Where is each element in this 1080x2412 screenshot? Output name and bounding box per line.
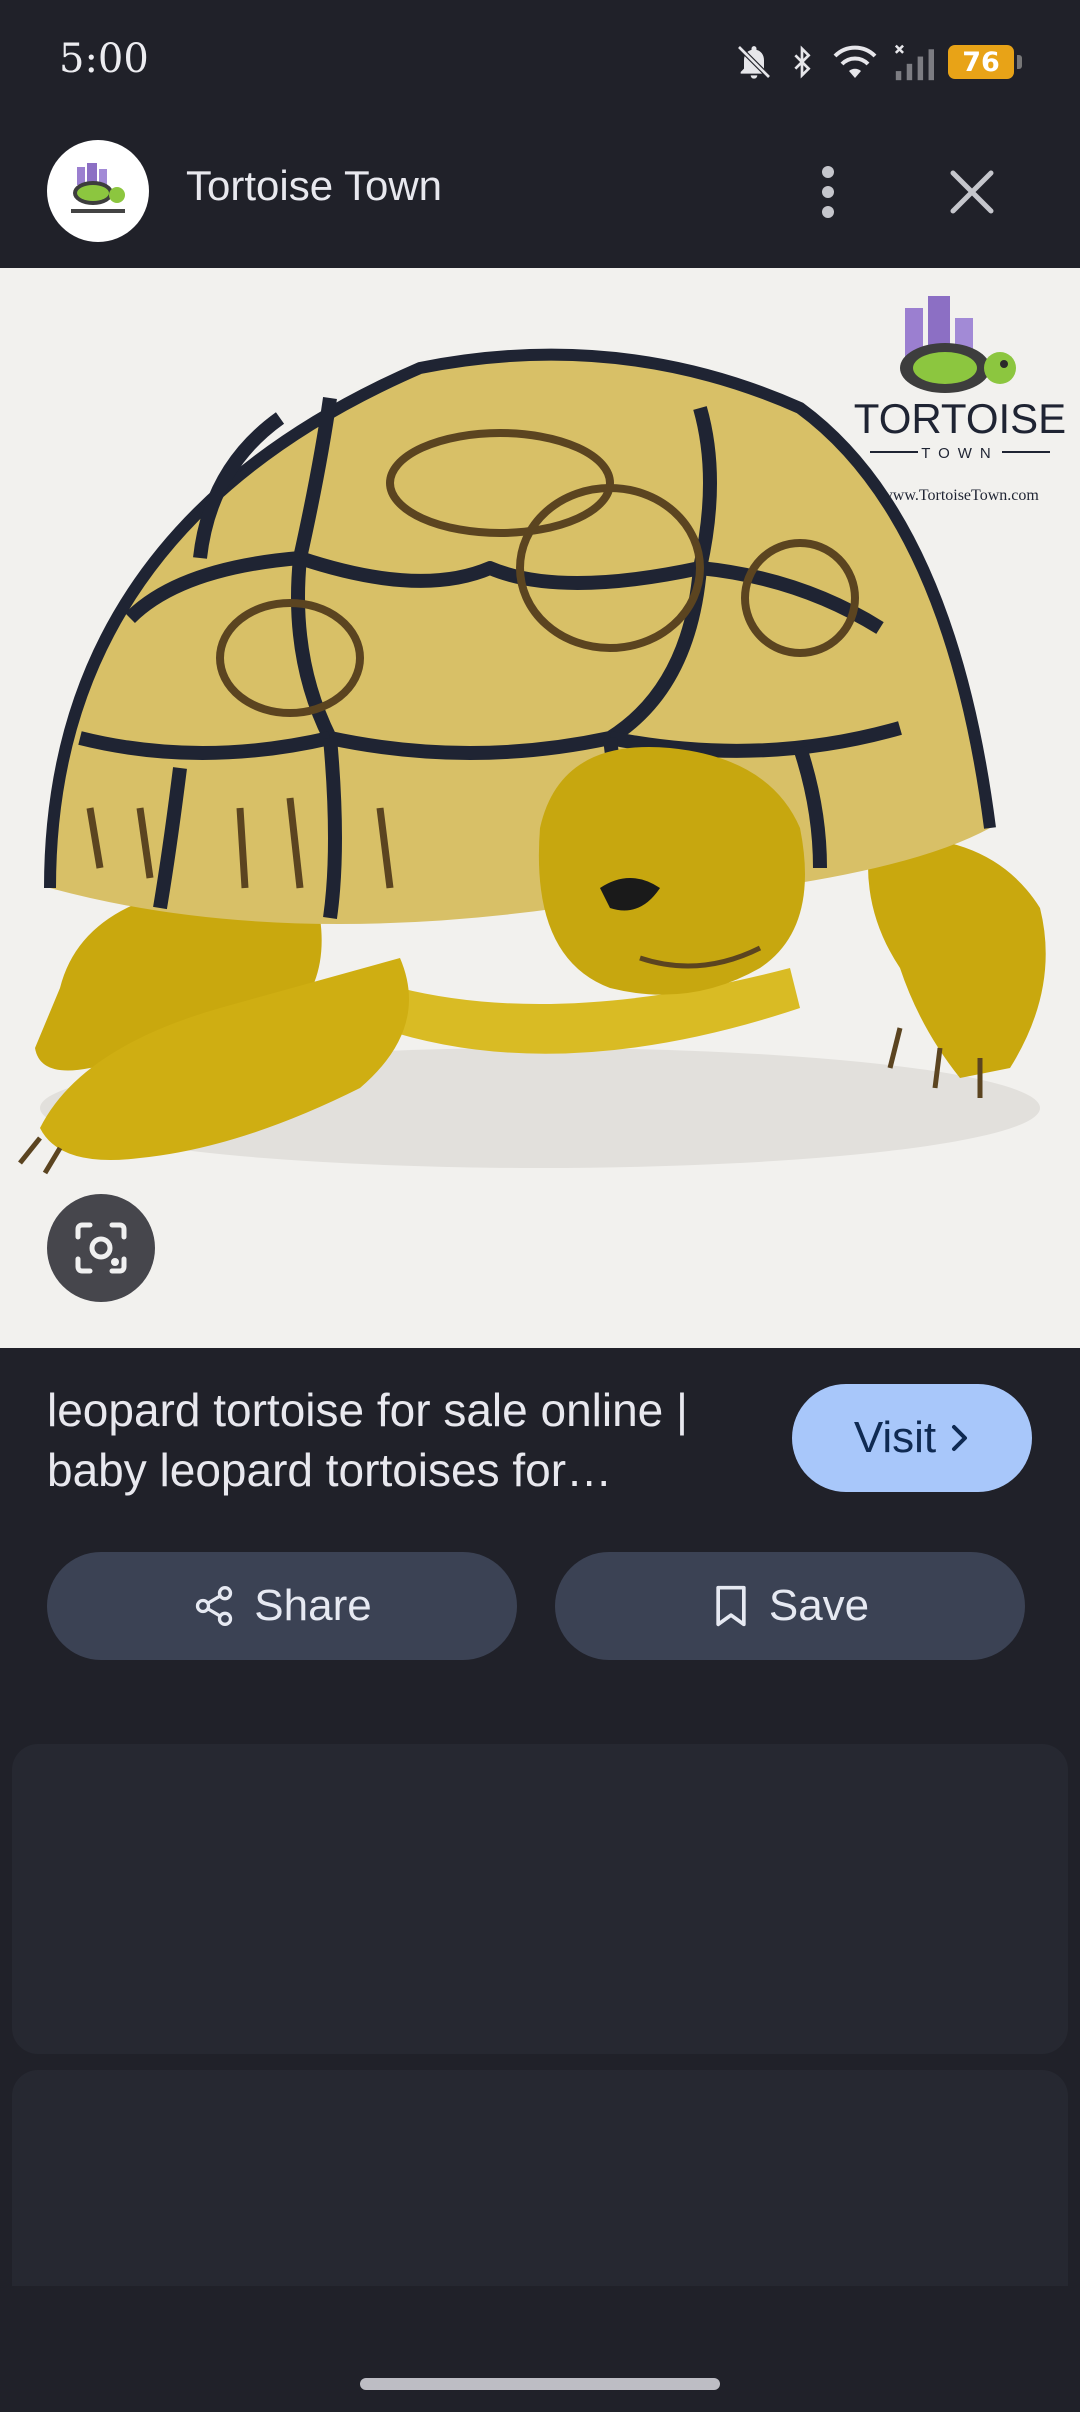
svg-text:TORTOISE: TORTOISE <box>854 395 1066 442</box>
home-indicator[interactable] <box>360 2378 720 2390</box>
save-button[interactable]: Save <box>555 1552 1025 1660</box>
bell-off-icon <box>737 45 771 79</box>
lens-button[interactable] <box>47 1194 155 1302</box>
chevron-right-icon <box>952 1425 968 1451</box>
more-vertical-icon <box>822 166 834 218</box>
google-lens-icon <box>75 1222 127 1274</box>
signal-icon <box>894 44 934 81</box>
svg-text:www.TortoiseTown.com: www.TortoiseTown.com <box>881 487 1039 504</box>
result-image[interactable]: TORTOISE TOWN www.TortoiseTown.com <box>0 268 1080 1348</box>
bottom-nav-area <box>0 2286 1080 2412</box>
placeholder-card <box>12 1744 1068 2054</box>
site-avatar[interactable] <box>47 140 149 242</box>
close-icon <box>950 170 994 214</box>
tortoise-photo: TORTOISE TOWN www.TortoiseTown.com <box>18 296 1066 1175</box>
svg-text:TOWN: TOWN <box>921 445 999 462</box>
status-icons: 76 <box>734 36 1022 88</box>
share-label: Share <box>254 1581 372 1630</box>
viewer-header: Tortoise Town <box>0 130 1080 268</box>
watermark-logo: TORTOISE TOWN www.TortoiseTown.com <box>854 296 1066 504</box>
visit-button[interactable]: Visit <box>792 1384 1032 1492</box>
bookmark-icon <box>716 1585 746 1627</box>
close-button[interactable] <box>940 160 1004 224</box>
more-options-button[interactable] <box>800 150 856 234</box>
visit-label: Visit <box>853 1413 937 1462</box>
share-icon <box>196 1586 233 1626</box>
status-bar: 5:00 76 <box>0 0 1080 125</box>
bluetooth-icon <box>794 45 811 79</box>
share-button[interactable]: Share <box>47 1552 517 1660</box>
save-label: Save <box>768 1581 870 1630</box>
battery-icon: 76 <box>948 45 1022 79</box>
result-title[interactable]: leopard tortoise for sale online | baby … <box>47 1380 747 1500</box>
wifi-icon <box>833 45 877 78</box>
battery-level: 76 <box>962 46 1000 78</box>
site-name[interactable]: Tortoise Town <box>186 162 442 210</box>
tortoise-town-logo <box>71 163 125 213</box>
status-time: 5:00 <box>59 36 149 82</box>
